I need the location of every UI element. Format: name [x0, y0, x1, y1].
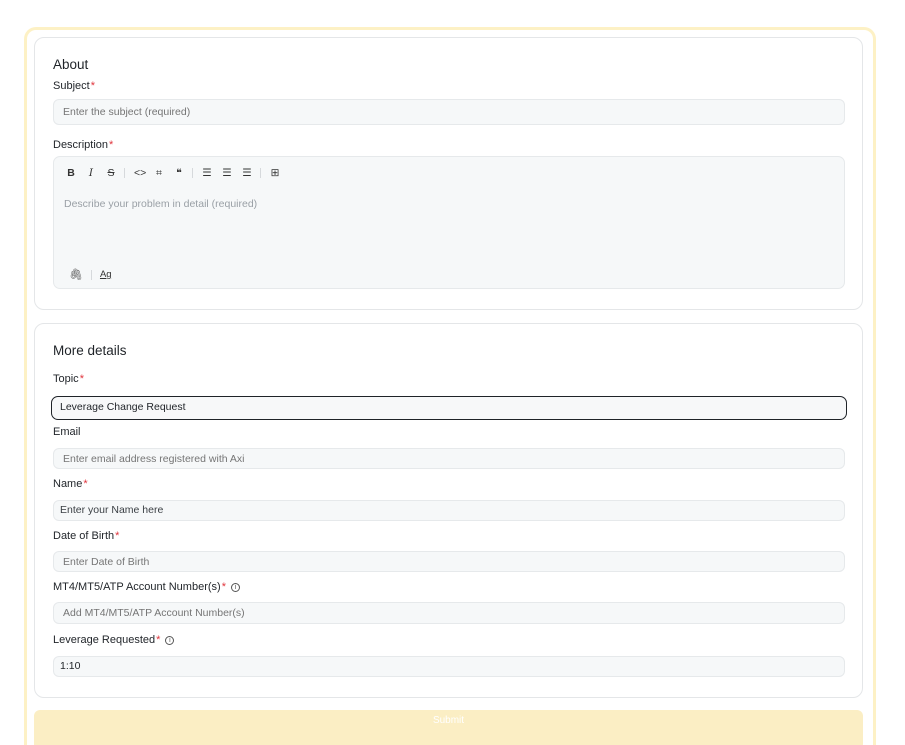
info-icon[interactable]: i [165, 636, 175, 645]
more-details-title: More details [53, 343, 127, 358]
toolbar-divider [124, 168, 125, 178]
account-label: MT4/MT5/ATP Account Number(s)* i [53, 581, 240, 593]
editor-footer: 🖇 Ag [69, 268, 112, 281]
dob-label: Date of Birth* [53, 530, 120, 542]
name-input[interactable]: Enter your Name here [53, 500, 845, 521]
topic-select[interactable]: Leverage Change Request [51, 396, 847, 420]
toolbar-divider [192, 168, 193, 178]
name-label: Name* [53, 478, 88, 490]
account-number-input[interactable] [53, 602, 845, 624]
required-mark: * [221, 581, 226, 593]
more-details-card: More details Topic* Leverage Change Requ… [34, 323, 863, 698]
email-input[interactable] [53, 448, 845, 469]
strikethrough-button[interactable]: S [106, 166, 116, 180]
quote-icon[interactable]: ❝ [174, 166, 184, 180]
description-label: Description* [53, 139, 114, 151]
subject-input[interactable] [53, 99, 845, 125]
email-label: Email [53, 426, 81, 438]
format-text-button[interactable]: Ag [100, 269, 112, 280]
dob-input[interactable] [53, 551, 845, 572]
required-mark: * [79, 373, 84, 385]
footer-divider [90, 269, 92, 280]
code-icon[interactable]: <> [134, 166, 146, 180]
required-mark: * [115, 530, 120, 542]
checklist-icon[interactable]: ☰ [242, 166, 252, 180]
description-editor[interactable]: B I S <> ⌗ ❝ ☰ ☰ ☰ ⊞ Describe your probl… [53, 156, 845, 289]
leverage-input[interactable]: 1:10 [53, 656, 845, 677]
about-title: About [53, 57, 89, 72]
editor-toolbar: B I S <> ⌗ ❝ ☰ ☰ ☰ ⊞ [66, 166, 290, 180]
bullet-list-icon[interactable]: ☰ [202, 166, 212, 180]
required-mark: * [156, 634, 161, 646]
info-icon[interactable]: i [230, 583, 240, 592]
description-placeholder[interactable]: Describe your problem in detail (require… [64, 198, 257, 210]
table-icon[interactable]: ⊞ [270, 166, 280, 180]
bold-button[interactable]: B [66, 166, 76, 180]
code-block-icon[interactable]: ⌗ [154, 166, 164, 180]
submit-button[interactable]: Submit [34, 710, 863, 745]
about-card: About Subject* Description* B I S <> ⌗ ❝… [34, 37, 863, 310]
required-mark: * [109, 139, 114, 151]
toolbar-divider [260, 168, 261, 178]
italic-button[interactable]: I [86, 166, 96, 180]
required-mark: * [83, 478, 88, 490]
subject-label: Subject* [53, 80, 95, 92]
numbered-list-icon[interactable]: ☰ [222, 166, 232, 180]
required-mark: * [90, 80, 95, 92]
leverage-label: Leverage Requested* i [53, 634, 175, 646]
attachment-icon[interactable]: 🖇 [69, 268, 83, 281]
topic-label: Topic* [53, 373, 84, 385]
